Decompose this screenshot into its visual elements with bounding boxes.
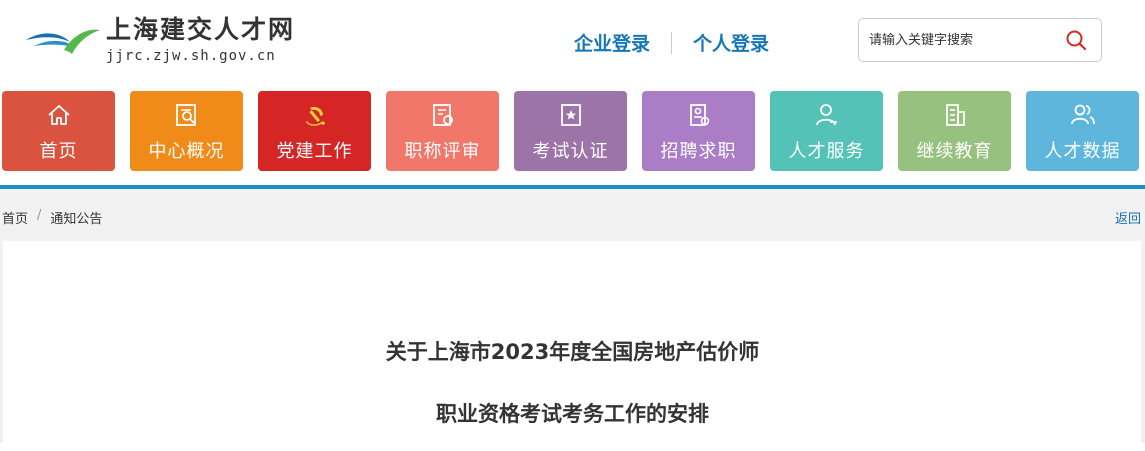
nav-item-label: 考试认证 (532, 141, 609, 162)
home-icon (47, 105, 70, 125)
nav-item-label: 党建工作 (276, 141, 353, 162)
site-url: jjrc.zjw.sh.gov.cn (106, 48, 276, 64)
nav-item-label: 招聘求职 (660, 141, 737, 162)
enterprise-login-link[interactable]: 企业登录 (574, 29, 650, 56)
search-icon[interactable] (1065, 29, 1087, 51)
document-search-icon (175, 104, 196, 126)
login-divider (671, 31, 673, 54)
party-emblem-icon (305, 106, 325, 126)
nav-item-4[interactable]: 考试认证 (514, 91, 627, 171)
main-nav: 首页 中心概况 党建工作 职称评审 考试认证 招聘求职 人才服务 继续教育 人才数据 (2, 91, 1145, 171)
nav-item-label: 中心概况 (148, 141, 225, 162)
nav-item-label: 继续教育 (916, 141, 993, 162)
nav-item-7[interactable]: 继续教育 (898, 91, 1011, 171)
bookmark-star-icon (560, 104, 581, 126)
site-logo[interactable]: 上海建交人才网 jjrc.zjw.sh.gov.cn (24, 14, 295, 64)
users-icon (1070, 104, 1095, 125)
nav-item-3[interactable]: 职称评审 (386, 91, 499, 171)
breadcrumb: 首页 / 通知公告 (2, 208, 102, 227)
nav-item-1[interactable]: 中心概况 (130, 91, 243, 171)
search-box (858, 18, 1102, 62)
nav-item-8[interactable]: 人才数据 (1026, 91, 1139, 171)
back-link[interactable]: 返回 (1115, 208, 1141, 227)
nav-item-0[interactable]: 首页 (2, 91, 115, 171)
article-title-line-1: 关于上海市2023年度全国房地产估价师 (385, 340, 760, 364)
nav-item-2[interactable]: 党建工作 (258, 91, 371, 171)
nav-item-label: 职称评审 (404, 141, 481, 162)
nav-item-label: 首页 (39, 141, 78, 162)
user-service-icon (815, 104, 837, 126)
breadcrumb-home[interactable]: 首页 (2, 208, 28, 227)
breadcrumb-current[interactable]: 通知公告 (50, 208, 102, 227)
certificate-icon (432, 104, 453, 126)
nav-item-6[interactable]: 人才服务 (770, 91, 883, 171)
nav-item-label: 人才数据 (1044, 141, 1121, 162)
nav-item-label: 人才服务 (788, 141, 865, 162)
search-input[interactable] (869, 20, 1065, 60)
resume-icon (689, 104, 709, 126)
login-links: 企业登录 个人登录 (574, 29, 769, 56)
header: 上海建交人才网 jjrc.zjw.sh.gov.cn 企业登录 个人登录 (0, 0, 1145, 86)
nav-item-5[interactable]: 招聘求职 (642, 91, 755, 171)
personal-login-link[interactable]: 个人登录 (693, 29, 769, 56)
breadcrumb-separator: / (37, 208, 42, 223)
logo-bird-icon (26, 29, 100, 54)
article-title-line-2: 职业资格考试考务工作的安排 (436, 402, 709, 426)
site-title: 上海建交人才网 (106, 15, 296, 44)
building-icon (945, 104, 965, 126)
